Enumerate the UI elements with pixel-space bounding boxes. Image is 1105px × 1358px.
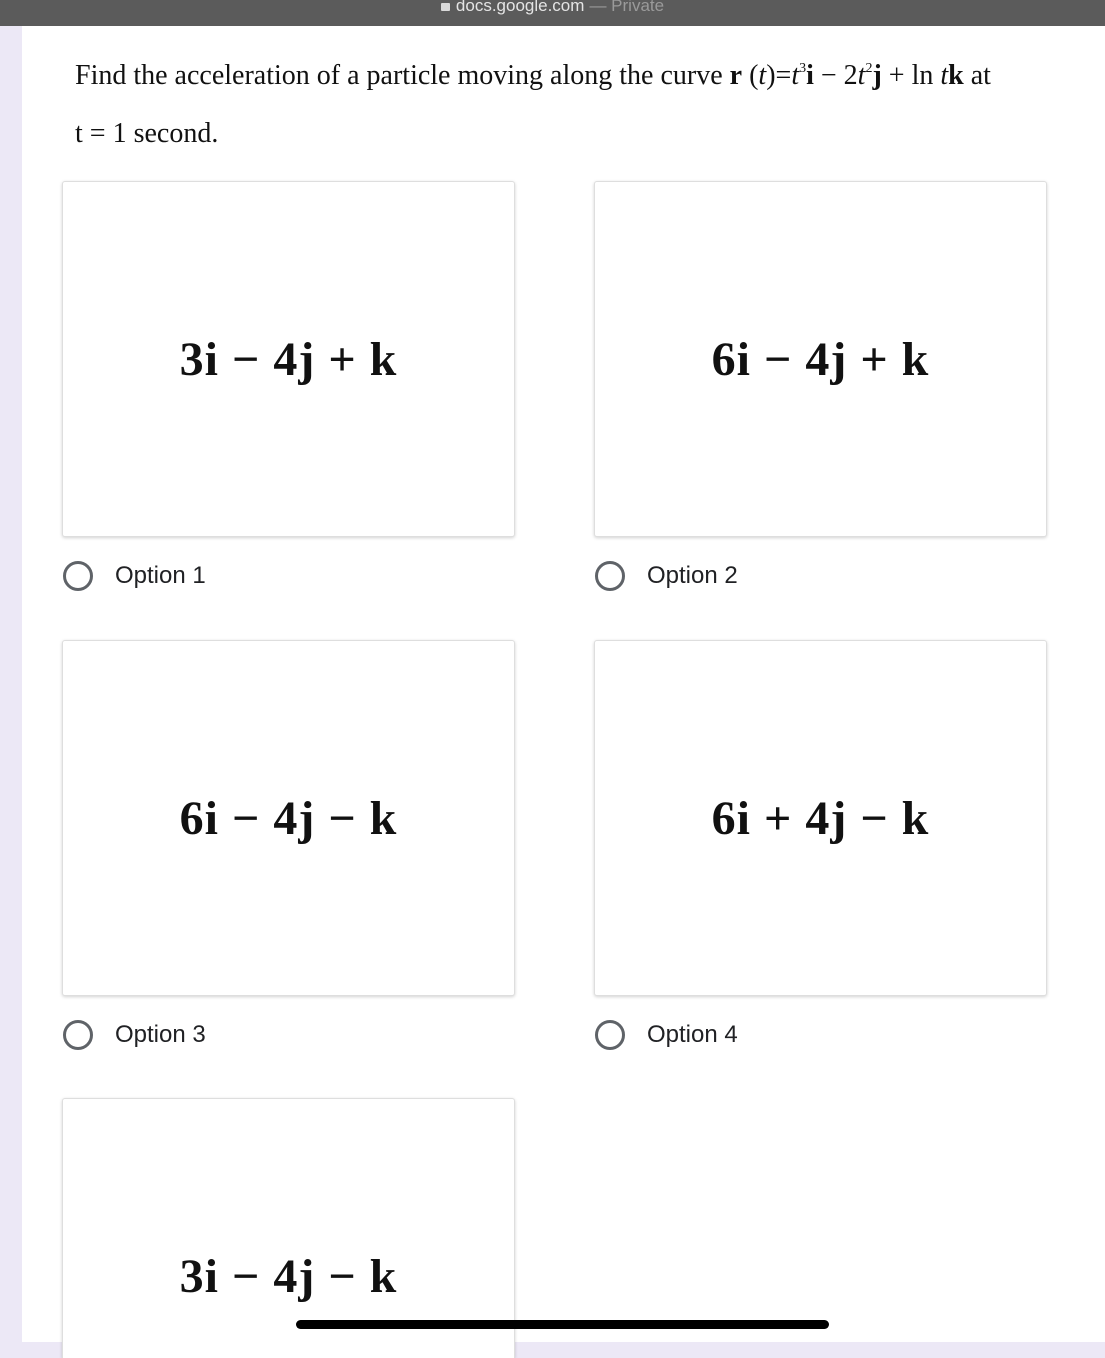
option-4-expression: 6i + 4j − k <box>711 791 930 845</box>
url-separator: — <box>589 0 607 15</box>
question-at: at <box>970 60 991 91</box>
home-indicator[interactable] <box>296 1320 829 1329</box>
option-3-image[interactable]: 6i − 4j − k <box>62 640 515 996</box>
option-1-label: Option 1 <box>115 562 206 589</box>
url-domain: docs.google.com <box>455 0 585 15</box>
option-3-label: Option 3 <box>115 1021 206 1048</box>
option-2-label: Option 2 <box>647 562 738 589</box>
lock-icon <box>440 2 450 11</box>
option-1-image[interactable]: 3i − 4j + k <box>62 181 515 537</box>
option-4-label: Option 4 <box>647 1021 738 1048</box>
option-1-choice[interactable]: Option 1 <box>63 556 206 596</box>
option-2-expression: 6i − 4j + k <box>711 332 930 386</box>
browser-url-bar[interactable]: docs.google.com — Private <box>0 0 1105 26</box>
question-formula: r (t)=t3i − 2t2j + ln tk <box>729 60 964 91</box>
option-1-expression: 3i − 4j + k <box>179 332 398 386</box>
option-4-radio[interactable] <box>595 1020 625 1050</box>
option-1-radio[interactable] <box>63 561 93 591</box>
option-5-expression: 3i − 4j − k <box>179 1250 398 1303</box>
option-2-choice[interactable]: Option 2 <box>595 556 738 596</box>
question-text: Find the acceleration of a particle movi… <box>75 40 1075 163</box>
question-prefix: Find the acceleration of a particle movi… <box>75 60 723 91</box>
option-2-radio[interactable] <box>595 561 625 591</box>
option-3-choice[interactable]: Option 3 <box>63 1015 206 1055</box>
option-4-image[interactable]: 6i + 4j − k <box>594 640 1047 996</box>
option-4-choice[interactable]: Option 4 <box>595 1015 738 1055</box>
question-line2: t = 1 second. <box>75 118 219 149</box>
option-3-expression: 6i − 4j − k <box>179 791 398 845</box>
option-5-image[interactable]: 3i − 4j − k <box>62 1098 515 1358</box>
private-mode-label: Private <box>611 0 665 15</box>
option-2-image[interactable]: 6i − 4j + k <box>594 181 1047 537</box>
option-3-radio[interactable] <box>63 1020 93 1050</box>
